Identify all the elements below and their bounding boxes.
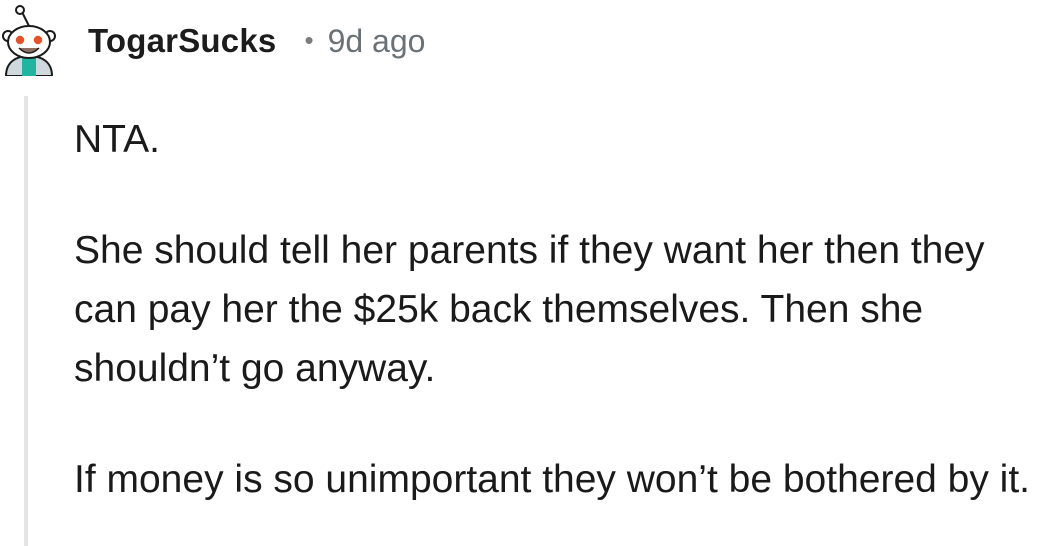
- thread-collapse-line[interactable]: [24, 96, 28, 546]
- comment-paragraph: NTA.: [74, 118, 160, 161]
- comment-body: NTA. She should tell her parents if they…: [74, 110, 1049, 509]
- separator-dot: •: [304, 24, 314, 55]
- comment: TogarSucks • 9d ago NTA. She should tell…: [0, 0, 1055, 546]
- comment-header: TogarSucks • 9d ago: [88, 18, 425, 64]
- comment-paragraph: If money is so unimportant they won’t be…: [74, 458, 1031, 501]
- timestamp-link[interactable]: 9d ago: [328, 23, 426, 60]
- username-link[interactable]: TogarSucks: [88, 22, 276, 60]
- comment-paragraph: She should tell her parents if they want…: [74, 229, 985, 390]
- snoo-avatar-icon[interactable]: [0, 4, 58, 76]
